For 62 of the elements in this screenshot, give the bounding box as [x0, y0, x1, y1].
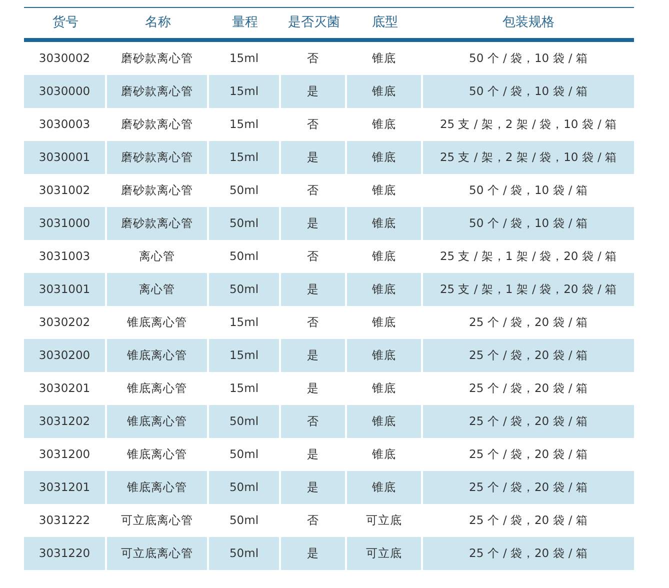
table-cell: 25 个 / 袋，20 袋 / 箱	[423, 339, 634, 372]
table-cell: 3031001	[24, 273, 107, 306]
table-cell: 25 个 / 袋，20 袋 / 箱	[423, 471, 634, 504]
table-cell: 50ml	[209, 537, 281, 570]
table-cell: 50ml	[209, 273, 281, 306]
table-cell: 锥底离心管	[107, 471, 209, 504]
table-cell: 可立底离心管	[107, 537, 209, 570]
table-cell: 3030200	[24, 339, 107, 372]
table-cell-text: 25 支 / 架，1 架 / 袋，20 袋 / 箱	[438, 248, 618, 265]
table-cell: 50 个 / 袋，10 袋 / 箱	[423, 75, 634, 108]
table-cell-text: 25 个 / 袋，20 袋 / 箱	[468, 446, 589, 463]
table-cell-text: 25 个 / 袋，20 袋 / 箱	[468, 380, 589, 397]
table-cell: 3031000	[24, 207, 107, 240]
table-cell: 25 支 / 架，1 架 / 袋，20 袋 / 箱	[423, 273, 634, 306]
table-cell: 离心管	[107, 273, 209, 306]
table-cell: 锥底离心管	[107, 339, 209, 372]
table-cell: 50 个 / 袋，10 袋 / 箱	[423, 207, 634, 240]
table-cell-text: 25 个 / 袋，20 袋 / 箱	[468, 512, 589, 529]
table-cell: 磨砂款离心管	[107, 207, 209, 240]
table-cell: 3031220	[24, 537, 107, 570]
table-cell: 锥底	[347, 339, 423, 372]
table-cell: 锥底	[347, 273, 423, 306]
table-cell: 磨砂款离心管	[107, 141, 209, 174]
column-header: 底型	[371, 14, 399, 32]
table-cell-text: 50 个 / 袋，10 袋 / 箱	[468, 182, 589, 199]
table-cell: 否	[281, 405, 347, 438]
table-cell: 15ml	[209, 75, 281, 108]
column-header: 名称	[144, 14, 172, 32]
column-header: 货号	[52, 14, 80, 32]
table-cell: 是	[281, 141, 347, 174]
table-cell: 3030000	[24, 75, 107, 108]
table-cell: 锥底	[347, 471, 423, 504]
table-cell-text: 50 个 / 袋，10 袋 / 箱	[468, 50, 589, 67]
table-cell: 3031201	[24, 471, 107, 504]
table-cell: 15ml	[209, 339, 281, 372]
table-cell: 15ml	[209, 141, 281, 174]
table-cell: 可立底	[347, 537, 423, 570]
table-cell: 3031202	[24, 405, 107, 438]
column-header: 包装规格	[502, 14, 556, 32]
table-cell: 25 支 / 架，2 架 / 袋，10 袋 / 箱	[423, 141, 634, 174]
table-cell: 锥底	[347, 405, 423, 438]
table-cell: 锥底	[347, 75, 423, 108]
table-cell: 磨砂款离心管	[107, 75, 209, 108]
table-cell: 锥底	[347, 207, 423, 240]
table-cell: 50ml	[209, 405, 281, 438]
column-header: 是否灭菌	[287, 14, 341, 32]
table-cell: 是	[281, 273, 347, 306]
table-cell: 锥底离心管	[107, 405, 209, 438]
table-cell: 3030001	[24, 141, 107, 174]
table-cell: 是	[281, 471, 347, 504]
table-cell-text: 25 支 / 架，2 架 / 袋，10 袋 / 箱	[438, 116, 618, 133]
table-cell: 是	[281, 537, 347, 570]
table-cell: 50ml	[209, 471, 281, 504]
table-cell: 是	[281, 339, 347, 372]
table-cell-text: 25 个 / 袋，20 袋 / 箱	[468, 314, 589, 331]
table-cell: 25 个 / 袋，20 袋 / 箱	[423, 405, 634, 438]
table-cell: 是	[281, 75, 347, 108]
column-header: 量程	[231, 14, 259, 32]
table-cell: 锥底	[347, 141, 423, 174]
table-cell: 50ml	[209, 207, 281, 240]
table-cell: 25 个 / 袋，20 袋 / 箱	[423, 537, 634, 570]
table-cell: 是	[281, 207, 347, 240]
